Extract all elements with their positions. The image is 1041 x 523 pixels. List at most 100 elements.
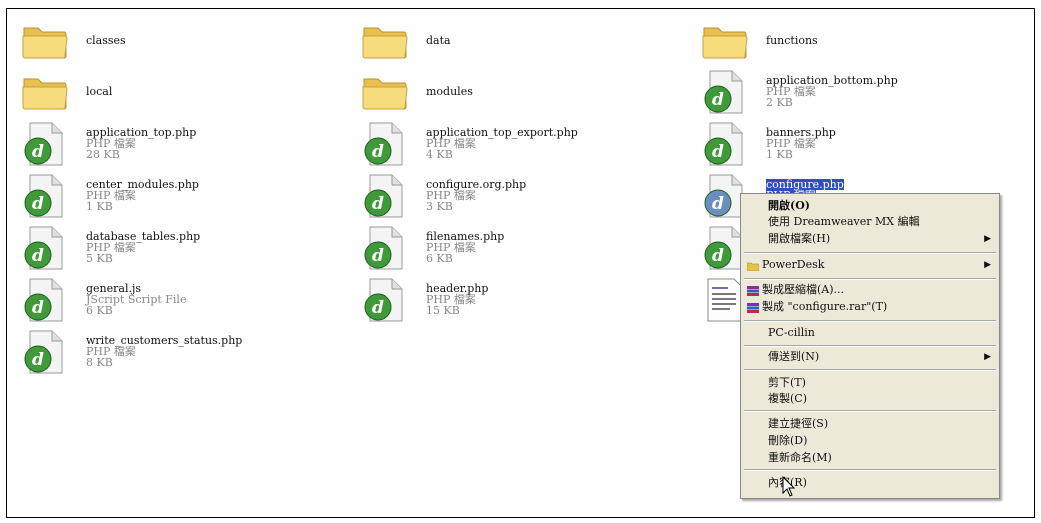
folder-item[interactable]: modules (360, 67, 680, 115)
menu-separator (744, 252, 996, 254)
menu-item-properties[interactable]: 內容(R) (741, 475, 999, 491)
file-label: write_customers_status.php PHP 檔案 8 KB (86, 335, 242, 368)
menu-item-cut[interactable]: 剪下(T) (741, 375, 999, 391)
menu-item-powerdesk[interactable]: PowerDesk ▶ (741, 257, 999, 273)
folder-icon (20, 16, 70, 66)
file-label: application_top_export.php PHP 檔案 4 KB (426, 127, 578, 160)
menu-item-pccillin[interactable]: PC-cillin (741, 325, 999, 341)
file-label: banners.php PHP 檔案 1 KB (766, 127, 836, 160)
folder-item[interactable]: classes (20, 16, 340, 64)
submenu-arrow-icon: ▶ (984, 260, 991, 270)
file-label: filenames.php PHP 檔案 6 KB (426, 231, 504, 264)
file-item[interactable]: d application_top.php PHP 檔案 28 KB (20, 119, 340, 167)
file-item[interactable]: d application_top_export.php PHP 檔案 4 KB (360, 119, 680, 167)
folder-item[interactable]: data (360, 16, 680, 64)
context-menu: 開啟(O) 使用 Dreamweaver MX 編輯 開啟檔案(H) ▶ Powe… (740, 193, 1000, 499)
menu-item-create-shortcut[interactable]: 建立捷徑(S) (741, 416, 999, 432)
file-label: functions (766, 35, 818, 46)
file-item[interactable]: d database_tables.php PHP 檔案 5 KB (20, 223, 340, 271)
dreamweaver-file-icon: d (700, 67, 750, 117)
winrar-icon (747, 302, 759, 313)
dreamweaver-file-icon: d (20, 275, 70, 325)
menu-item-delete[interactable]: 刪除(D) (741, 433, 999, 449)
file-name: modules (426, 85, 473, 98)
file-label: classes (86, 35, 126, 46)
dreamweaver-file-icon: d (20, 171, 70, 221)
folder-icon (360, 16, 410, 66)
folder-icon (746, 260, 760, 272)
file-label: local (86, 86, 112, 97)
file-label: modules (426, 86, 473, 97)
file-label: application_top.php PHP 檔案 28 KB (86, 127, 196, 160)
dreamweaver-file-icon: d (360, 171, 410, 221)
file-size: 28 KB (86, 148, 120, 161)
folder-icon (700, 16, 750, 66)
file-item[interactable]: d application_bottom.php PHP 檔案 2 KB (700, 67, 1020, 115)
menu-separator (744, 369, 996, 371)
menu-item-open[interactable]: 開啟(O) (741, 198, 999, 214)
dreamweaver-file-icon: d (360, 223, 410, 273)
file-name: data (426, 34, 451, 47)
file-item[interactable]: d general.js JScript Script File 6 KB (20, 275, 340, 323)
menu-item-send-to[interactable]: 傳送到(N) ▶ (741, 349, 999, 365)
svg-text:d: d (712, 142, 724, 162)
file-label: general.js JScript Script File 6 KB (86, 283, 186, 316)
file-item[interactable]: d header.php PHP 檔案 15 KB (360, 275, 680, 323)
file-name: functions (766, 34, 818, 47)
menu-item-open-with[interactable]: 開啟檔案(H) ▶ (741, 231, 999, 247)
dreamweaver-file-icon: d (20, 327, 70, 377)
file-item[interactable]: d center_modules.php PHP 檔案 1 KB (20, 171, 340, 219)
file-size: 5 KB (86, 252, 113, 265)
file-size: 8 KB (86, 356, 113, 369)
svg-text:d: d (32, 246, 44, 266)
file-name: classes (86, 34, 126, 47)
file-item[interactable]: d filenames.php PHP 檔案 6 KB (360, 223, 680, 271)
file-item[interactable]: d banners.php PHP 檔案 1 KB (700, 119, 1020, 167)
file-label: database_tables.php PHP 檔案 5 KB (86, 231, 200, 264)
svg-text:d: d (32, 350, 44, 370)
svg-text:d: d (712, 90, 724, 110)
menu-separator (744, 278, 996, 280)
file-item[interactable]: d write_customers_status.php PHP 檔案 8 KB (20, 327, 340, 375)
menu-separator (744, 320, 996, 322)
submenu-arrow-icon: ▶ (984, 234, 991, 244)
menu-item-copy[interactable]: 複製(C) (741, 391, 999, 407)
dreamweaver-file-icon: d (360, 119, 410, 169)
menu-item-add-rar[interactable]: 製成 "configure.rar"(T) (741, 299, 999, 315)
menu-item-rename[interactable]: 重新命名(M) (741, 450, 999, 466)
folder-icon (20, 67, 70, 117)
folder-item[interactable]: local (20, 67, 340, 115)
menu-separator (744, 410, 996, 412)
svg-text:d: d (712, 194, 724, 214)
svg-text:d: d (372, 194, 384, 214)
file-name: local (86, 85, 113, 98)
submenu-arrow-icon: ▶ (984, 352, 991, 362)
dreamweaver-file-icon: d (20, 119, 70, 169)
svg-text:d: d (372, 142, 384, 162)
file-label: header.php PHP 檔案 15 KB (426, 283, 488, 316)
folder-item[interactable]: functions (700, 16, 1020, 64)
file-label: application_bottom.php PHP 檔案 2 KB (766, 75, 898, 108)
dreamweaver-file-icon: d (20, 223, 70, 273)
svg-text:d: d (712, 246, 724, 266)
svg-text:d: d (32, 298, 44, 318)
winrar-icon (747, 285, 759, 296)
menu-item-add-archive[interactable]: 製成壓縮檔(A)... (741, 282, 999, 298)
file-size: 6 KB (426, 252, 453, 265)
folder-icon (360, 67, 410, 117)
file-label: center_modules.php PHP 檔案 1 KB (86, 179, 199, 212)
file-item[interactable]: d configure.org.php PHP 檔案 3 KB (360, 171, 680, 219)
file-size: 6 KB (86, 304, 113, 317)
file-size: 1 KB (766, 148, 793, 161)
menu-item-edit-dreamweaver[interactable]: 使用 Dreamweaver MX 編輯 (741, 214, 999, 230)
file-size: 1 KB (86, 200, 113, 213)
file-size: 2 KB (766, 96, 793, 109)
svg-text:d: d (372, 298, 384, 318)
menu-separator (744, 469, 996, 471)
svg-text:d: d (32, 194, 44, 214)
file-size: 3 KB (426, 200, 453, 213)
file-size: 15 KB (426, 304, 460, 317)
file-size: 4 KB (426, 148, 453, 161)
svg-text:d: d (372, 246, 384, 266)
file-label: configure.org.php PHP 檔案 3 KB (426, 179, 526, 212)
